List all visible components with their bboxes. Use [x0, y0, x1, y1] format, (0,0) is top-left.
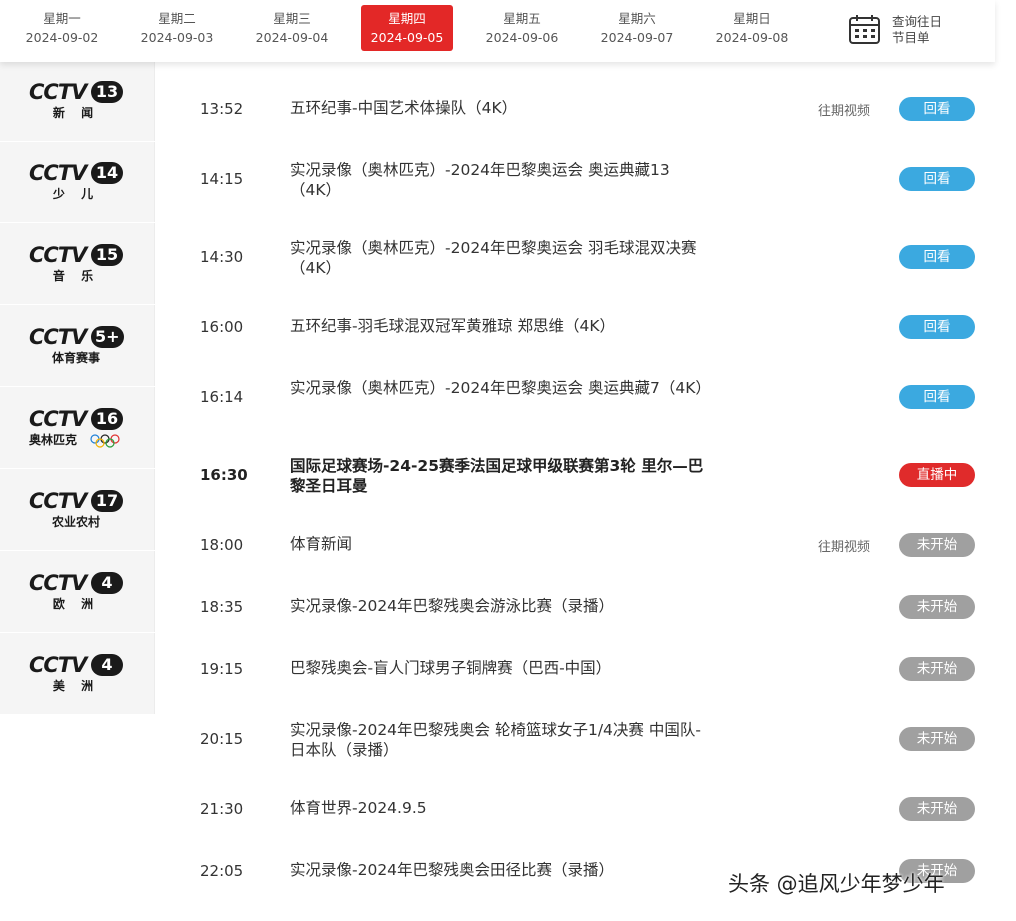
day-tab-fri[interactable]: 星期五 2024-09-06 — [476, 5, 568, 51]
cctv13-logo: CCTV 13 新 闻 — [29, 80, 125, 124]
program-time: 20:15 — [200, 730, 244, 748]
channel-item-cctv4-america[interactable]: CCTV 4 美 洲 — [0, 635, 155, 715]
program-title[interactable]: 实况录像（奥林匹克）-2024年巴黎奥运会 羽毛球混双决赛（4K） — [290, 238, 710, 278]
program-title[interactable]: 实况录像（奥林匹克）-2024年巴黎奥运会 奥运典藏7（4K） — [290, 378, 711, 398]
day-weekday: 星期六 — [618, 11, 656, 26]
program-time: 22:05 — [200, 862, 244, 880]
channel-sidebar: CCTV 13 新 闻 CCTV 14 少 儿 CCTV 15 音 乐 CCTV… — [0, 62, 155, 715]
channel-item-cctv5plus[interactable]: CCTV 5+ 体育赛事 — [0, 307, 155, 387]
day-date: 2024-09-03 — [140, 30, 214, 45]
cctv14-logo: CCTV 14 少 儿 — [29, 161, 125, 205]
day-weekday: 星期四 — [388, 11, 426, 26]
day-date: 2024-09-04 — [255, 30, 329, 45]
not-started-badge: 未开始 — [899, 533, 975, 557]
not-started-badge: 未开始 — [899, 595, 975, 619]
program-time: 18:35 — [200, 598, 244, 616]
day-date: 2024-09-07 — [600, 30, 674, 45]
program-title[interactable]: 实况录像（奥林匹克）-2024年巴黎奥运会 奥运典藏13（4K） — [290, 160, 710, 200]
day-weekday: 星期三 — [273, 11, 311, 26]
replay-button[interactable]: 回看 — [899, 167, 975, 191]
program-time: 14:30 — [200, 248, 244, 266]
program-title[interactable]: 五环纪事-中国艺术体操队（4K） — [290, 98, 710, 118]
day-tab-sun[interactable]: 星期日 2024-09-08 — [706, 5, 798, 51]
day-weekday: 星期二 — [158, 11, 196, 26]
channel-item-cctv15[interactable]: CCTV 15 音 乐 — [0, 225, 155, 305]
program-title[interactable]: 体育世界-2024.9.5 — [290, 798, 710, 818]
day-tab-wed[interactable]: 星期三 2024-09-04 — [246, 5, 338, 51]
program-time: 21:30 — [200, 800, 244, 818]
replay-button[interactable]: 回看 — [899, 385, 975, 409]
calendar-icon — [849, 15, 880, 44]
program-time: 14:15 — [200, 170, 244, 188]
channel-item-cctv17[interactable]: CCTV 17 农业农村 — [0, 471, 155, 551]
not-started-badge: 未开始 — [899, 657, 975, 681]
day-date: 2024-09-02 — [25, 30, 99, 45]
cctv17-logo: CCTV 17 农业农村 — [29, 489, 125, 533]
channel-item-cctv13[interactable]: CCTV 13 新 闻 — [0, 62, 155, 142]
program-time: 16:30 — [200, 466, 248, 484]
program-title[interactable]: 体育新闻 — [290, 534, 710, 554]
program-title[interactable]: 五环纪事-羽毛球混双冠军黄雅琼 郑思维（4K） — [290, 316, 710, 336]
past-videos-link[interactable]: 往期视频 — [818, 100, 870, 119]
program-time: 18:00 — [200, 536, 244, 554]
day-date: 2024-09-06 — [485, 30, 559, 45]
day-weekday: 星期日 — [733, 11, 771, 26]
replay-button[interactable]: 回看 — [899, 315, 975, 339]
program-time: 19:15 — [200, 660, 244, 678]
program-time: 16:14 — [200, 388, 244, 406]
history-schedule-link[interactable]: 查询往日 节目单 — [848, 12, 958, 52]
program-title[interactable]: 实况录像-2024年巴黎残奥会 轮椅篮球女子1/4决赛 中国队-日本队（录播） — [290, 720, 710, 760]
watermark-text: 头条 @追风少年梦少年 — [728, 872, 945, 896]
not-started-badge: 未开始 — [899, 727, 975, 751]
cctv5plus-logo: CCTV 5+ 体育赛事 — [29, 325, 125, 369]
not-started-badge: 未开始 — [899, 797, 975, 821]
day-tab-thu-active[interactable]: 星期四 2024-09-05 — [361, 5, 453, 51]
cctv15-logo: CCTV 15 音 乐 — [29, 243, 125, 287]
date-bar: 星期一 2024-09-02 星期二 2024-09-03 星期三 2024-0… — [0, 0, 995, 62]
program-title[interactable]: 巴黎残奥会-盲人门球男子铜牌赛（巴西-中国） — [290, 658, 710, 678]
history-schedule-label: 查询往日 节目单 — [892, 14, 943, 45]
channel-item-cctv14[interactable]: CCTV 14 少 儿 — [0, 143, 155, 223]
replay-button[interactable]: 回看 — [899, 97, 975, 121]
live-now-button[interactable]: 直播中 — [899, 463, 975, 487]
day-date: 2024-09-08 — [715, 30, 789, 45]
day-tab-sat[interactable]: 星期六 2024-09-07 — [591, 5, 683, 51]
cctv4-europe-logo: CCTV 4 欧 洲 — [29, 571, 125, 615]
day-tab-mon[interactable]: 星期一 2024-09-02 — [16, 5, 108, 51]
day-tab-tue[interactable]: 星期二 2024-09-03 — [131, 5, 223, 51]
past-videos-link[interactable]: 往期视频 — [818, 536, 870, 555]
channel-item-cctv16[interactable]: CCTV 16 奥林匹克 — [0, 389, 155, 469]
program-title[interactable]: 国际足球赛场-24-25赛季法国足球甲级联赛第3轮 里尔—巴黎圣日耳曼 — [290, 456, 710, 496]
day-weekday: 星期一 — [43, 11, 81, 26]
cctv4-america-logo: CCTV 4 美 洲 — [29, 653, 125, 697]
day-date: 2024-09-05 — [370, 30, 444, 45]
program-time: 13:52 — [200, 100, 244, 118]
cctv16-logo: CCTV 16 奥林匹克 — [29, 407, 125, 451]
program-title[interactable]: 实况录像-2024年巴黎残奥会游泳比赛（录播） — [290, 596, 710, 616]
olympic-rings-icon — [90, 434, 120, 448]
replay-button[interactable]: 回看 — [899, 245, 975, 269]
program-title[interactable]: 实况录像-2024年巴黎残奥会田径比赛（录播） — [290, 860, 710, 880]
day-weekday: 星期五 — [503, 11, 541, 26]
channel-item-cctv4-europe[interactable]: CCTV 4 欧 洲 — [0, 553, 155, 633]
program-time: 16:00 — [200, 318, 244, 336]
